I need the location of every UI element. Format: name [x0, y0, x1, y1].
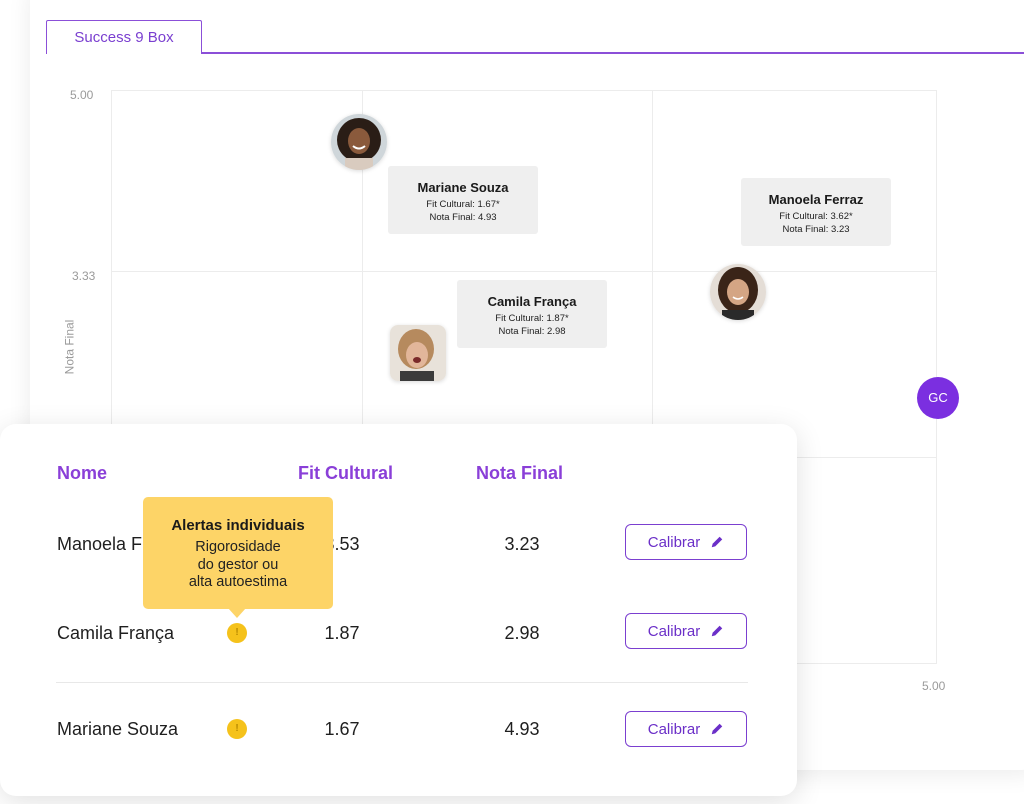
chart-card-camila: Camila França Fit Cultural: 1.87* Nota F… — [457, 280, 607, 348]
grid-line-h1 — [112, 271, 936, 272]
tooltip-line: do gestor ou — [197, 556, 279, 573]
point-nota: Nota Final: 4.93 — [429, 212, 497, 223]
row2-nota: 2.98 — [504, 623, 540, 643]
point-nota: Nota Final: 2.98 — [498, 326, 566, 337]
tab-underline — [202, 52, 1024, 54]
row3-nota: 4.93 — [504, 719, 540, 739]
row1-nota: 3.23 — [504, 534, 540, 554]
point-fit: Fit Cultural: 1.67* — [426, 199, 500, 210]
tooltip-line: Rigorosidade — [195, 539, 281, 555]
y-tick-top: 5.00 — [70, 88, 94, 102]
row3-fit: 1.67 — [324, 719, 360, 739]
y-axis-label: Nota Final — [62, 319, 77, 375]
pencil-icon — [712, 723, 723, 735]
row1-name: Manoela F — [57, 534, 143, 554]
avatar-mariane-souza[interactable] — [331, 114, 387, 170]
tooltip-arrow — [228, 608, 246, 618]
y-tick-mid: 3.33 — [72, 269, 96, 283]
chart-card-mariane: Mariane Souza Fit Cultural: 1.67* Nota F… — [388, 166, 538, 234]
chart-card-manoela: Manoela Ferraz Fit Cultural: 3.62* Nota … — [741, 178, 891, 246]
alert-dot-icon[interactable]: ! — [227, 719, 247, 739]
row2-fit: 1.87 — [324, 623, 360, 643]
calibrar-button-row3[interactable]: Calibrar — [625, 711, 747, 747]
row2-name: Camila França — [57, 623, 175, 643]
point-fit: Fit Cultural: 1.87* — [495, 313, 569, 324]
row3-name: Mariane Souza — [57, 719, 179, 739]
point-nota: Nota Final: 3.23 — [782, 224, 850, 235]
avatar-camila-franca[interactable] — [390, 325, 446, 381]
alert-tooltip: Alertas individuais Rigorosidade do gest… — [143, 497, 333, 609]
pencil-icon — [712, 536, 723, 548]
tooltip-line: alta autoestima — [188, 574, 288, 590]
alert-dot-icon[interactable]: ! — [227, 623, 247, 643]
calibrar-button-row1[interactable]: Calibrar — [625, 524, 747, 560]
row-divider — [56, 682, 748, 683]
tooltip-title: Alertas individuais — [171, 517, 305, 534]
header-nome: Nome — [57, 463, 108, 483]
point-name: Camila França — [487, 294, 577, 309]
header-fit-cultural: Fit Cultural — [298, 463, 393, 483]
point-name: Mariane Souza — [417, 180, 509, 195]
pencil-icon — [712, 625, 723, 637]
calibrar-button-row2[interactable]: Calibrar — [625, 613, 747, 649]
calibrar-label: Calibrar — [647, 533, 701, 551]
calibrar-label: Calibrar — [647, 622, 701, 640]
point-fit: Fit Cultural: 3.62* — [779, 211, 853, 222]
user-initials-badge[interactable]: GC — [917, 377, 959, 419]
calibrar-label: Calibrar — [647, 720, 701, 738]
tab-success-9-box[interactable]: Success 9 Box — [46, 20, 202, 54]
x-tick-end: 5.00 — [922, 679, 946, 693]
avatar-manoela-ferraz[interactable] — [710, 264, 766, 320]
header-nota-final: Nota Final — [476, 463, 564, 483]
point-name: Manoela Ferraz — [768, 192, 864, 207]
